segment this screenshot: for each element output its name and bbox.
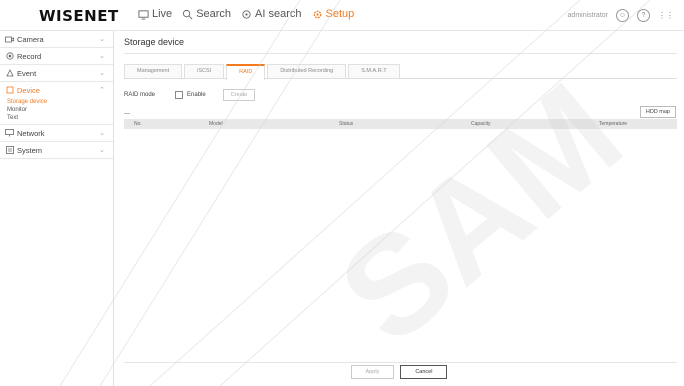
nav-search[interactable]: Search xyxy=(182,8,231,20)
ai-search-icon xyxy=(242,9,251,19)
top-bar: WISENET Live Search AI search Setup admi… xyxy=(0,0,684,31)
chevron-up-icon: ⌃ xyxy=(99,87,105,94)
system-icon xyxy=(5,146,14,154)
column-temperature: Temperature xyxy=(599,121,628,127)
column-status: Status xyxy=(339,121,354,127)
create-button[interactable]: Create xyxy=(222,89,256,101)
grid-menu-icon[interactable]: ⋮⋮ xyxy=(658,11,674,20)
enable-checkbox[interactable] xyxy=(175,91,184,99)
main-content: Storage device Management iSCSI RAID Dis… xyxy=(114,31,684,386)
column-no: No. xyxy=(134,121,142,127)
chevron-down-icon: ⌄ xyxy=(99,147,105,154)
sidebar-item-record[interactable]: Record ⌄ xyxy=(0,48,113,65)
wisenet-logo: WISENET xyxy=(39,7,119,25)
chevron-down-icon: ⌄ xyxy=(99,130,105,137)
gear-icon xyxy=(313,10,321,18)
chevron-down-icon: ⌄ xyxy=(99,36,105,43)
camera-icon xyxy=(5,35,14,43)
hdd-map-button[interactable]: HDD map xyxy=(639,106,676,118)
apply-button[interactable]: Apply xyxy=(350,365,395,379)
sidebar-item-network[interactable]: Network ⌄ xyxy=(0,125,113,142)
sidebar: Camera ⌄ Record ⌄ Event ⌄ Device ⌃ Stora… xyxy=(0,31,114,386)
event-icon xyxy=(5,69,14,77)
column-model: Model xyxy=(209,121,223,127)
sidebar-item-camera[interactable]: Camera ⌄ xyxy=(0,31,113,48)
tab-smart[interactable]: S.M.A.R.T xyxy=(348,64,400,78)
raid-mode-label: RAID mode xyxy=(124,92,156,98)
sidebar-subitem-storage-device[interactable]: Storage device xyxy=(0,98,113,106)
sidebar-subitem-monitor[interactable]: Monitor xyxy=(0,106,113,114)
tab-bar: Management iSCSI RAID Distributed Record… xyxy=(124,64,677,80)
monitor-icon xyxy=(138,9,149,20)
tab-raid[interactable]: RAID xyxy=(226,64,266,80)
chevron-down-icon: ⌄ xyxy=(99,70,105,77)
table-header: No. Model Status Capacity Temperature xyxy=(124,119,677,129)
sidebar-item-device[interactable]: Device ⌃ xyxy=(0,82,113,98)
collapse-dash xyxy=(124,113,130,114)
main-nav: Live Search AI search Setup xyxy=(138,8,354,20)
user-icon[interactable]: ☺ xyxy=(616,9,629,22)
user-label[interactable]: administrator xyxy=(568,12,608,19)
chevron-down-icon: ⌄ xyxy=(99,53,105,60)
top-right-controls: administrator ☺ ? ⋮⋮ xyxy=(568,9,674,22)
nav-live[interactable]: Live xyxy=(138,8,172,20)
tab-iscsi[interactable]: iSCSI xyxy=(184,64,225,78)
title-divider xyxy=(124,53,677,54)
cancel-button[interactable]: Cancel xyxy=(400,365,448,379)
sidebar-item-system[interactable]: System ⌄ xyxy=(0,142,113,159)
tab-management[interactable]: Management xyxy=(124,64,183,78)
network-icon xyxy=(5,129,14,137)
device-icon xyxy=(5,86,14,94)
nav-ai-search[interactable]: AI search xyxy=(241,8,302,20)
record-icon xyxy=(5,52,14,60)
search-icon xyxy=(183,9,193,19)
column-capacity: Capacity xyxy=(471,121,491,127)
tab-distributed-recording[interactable]: Distributed Recording xyxy=(267,64,347,78)
page-title: Storage device xyxy=(124,37,185,47)
help-icon[interactable]: ? xyxy=(637,9,650,22)
sidebar-item-event[interactable]: Event ⌄ xyxy=(0,65,113,82)
nav-setup[interactable]: Setup xyxy=(312,8,354,20)
raid-mode-row: RAID mode Enable Create xyxy=(124,89,256,101)
enable-label: Enable xyxy=(187,92,206,98)
sidebar-subitem-text[interactable]: Text xyxy=(0,114,113,125)
table-body xyxy=(124,129,677,363)
bottom-actions: Apply Cancel xyxy=(114,365,684,379)
